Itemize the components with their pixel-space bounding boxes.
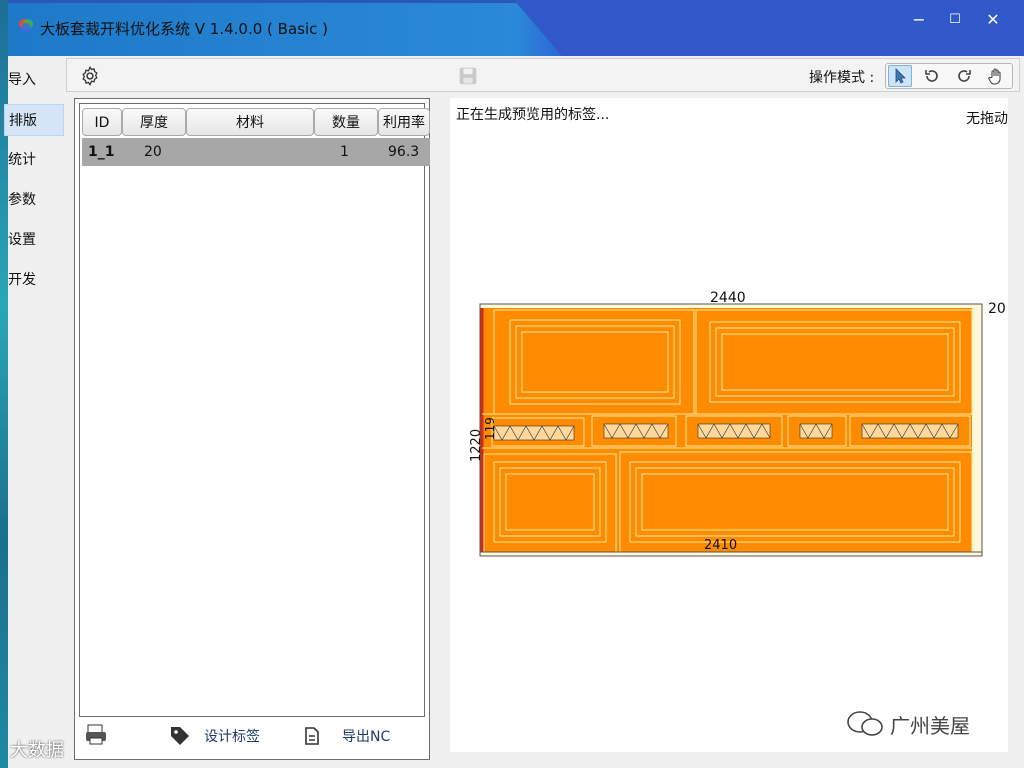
column-header-material[interactable]: 材料 bbox=[186, 108, 314, 136]
watermark-right: 广州美屋 bbox=[890, 714, 970, 738]
layout-preview[interactable]: 正在生成预览用的标签... 无拖动 2440 20 2410 1220 119 … bbox=[450, 98, 1008, 752]
gear-icon[interactable] bbox=[79, 65, 101, 87]
board-drawing[interactable]: 2440 20 2410 1220 119 bbox=[450, 98, 1008, 752]
board-thickness-label: 20 bbox=[988, 301, 1006, 317]
board-height-label: 1220 bbox=[469, 429, 484, 462]
board-width-label: 2440 bbox=[710, 290, 746, 306]
hand-icon[interactable] bbox=[984, 65, 1008, 87]
toolbar: 操作模式 : bbox=[66, 58, 1020, 92]
column-header-utilization[interactable]: 利用率 bbox=[378, 108, 430, 136]
cell-quantity: 1 bbox=[340, 144, 349, 160]
hatch-piece-2 bbox=[603, 423, 669, 439]
nav-item-statistics[interactable]: 统计 bbox=[8, 144, 64, 176]
table-row[interactable]: 1_1 20 1 96.3 bbox=[82, 138, 430, 166]
rotate-ccw-icon[interactable] bbox=[920, 65, 944, 87]
operation-mode-group bbox=[885, 63, 1013, 89]
cursor-icon[interactable] bbox=[888, 65, 912, 87]
nav-item-develop[interactable]: 开发 bbox=[8, 264, 64, 296]
app-window: 大板套裁开料优化系统 V 1.4.0.0 ( Basic ) − ☐ ✕ 导入 … bbox=[4, 0, 1024, 768]
maximize-button[interactable]: ☐ bbox=[940, 10, 970, 32]
app-logo-icon bbox=[19, 19, 33, 33]
tag-icon[interactable] bbox=[168, 724, 192, 748]
watermark-left: 大数据 bbox=[10, 740, 64, 761]
bottom-action-bar: 设计标签 导出NC bbox=[74, 716, 430, 760]
export-nc-button[interactable]: 导出NC bbox=[342, 726, 390, 746]
table-header: ID 厚度 材料 数量 利用率 bbox=[82, 108, 430, 136]
wechat-icon bbox=[847, 711, 883, 736]
nav-item-parameters[interactable]: 参数 bbox=[8, 184, 64, 216]
column-header-id[interactable]: ID bbox=[82, 108, 122, 136]
nav-item-layout[interactable]: 排版 bbox=[4, 104, 64, 136]
nav-item-settings[interactable]: 设置 bbox=[8, 224, 64, 256]
layout-list-panel: ID 厚度 材料 数量 利用率 1_1 20 1 96.3 bbox=[74, 98, 430, 760]
column-header-thickness[interactable]: 厚度 bbox=[122, 108, 186, 136]
print-icon[interactable] bbox=[84, 722, 108, 746]
close-button[interactable]: ✕ bbox=[978, 10, 1008, 32]
title-bar[interactable]: 大板套裁开料优化系统 V 1.4.0.0 ( Basic ) − ☐ ✕ bbox=[8, 0, 1024, 56]
cell-id: 1_1 bbox=[88, 144, 115, 160]
sidebar-nav: 导入 排版 统计 参数 设置 开发 bbox=[4, 56, 66, 768]
cell-utilization: 96.3 bbox=[388, 144, 420, 160]
design-label-button[interactable]: 设计标签 bbox=[204, 726, 260, 746]
hatch-piece-4 bbox=[799, 423, 833, 439]
window-title: 大板套裁开料优化系统 V 1.4.0.0 ( Basic ) bbox=[40, 20, 328, 38]
hatch-piece-5 bbox=[861, 423, 959, 439]
nav-item-import[interactable]: 导入 bbox=[8, 64, 64, 96]
operation-mode-label: 操作模式 : bbox=[809, 70, 875, 86]
rotate-cw-icon[interactable] bbox=[952, 65, 976, 87]
export-nc-icon[interactable] bbox=[300, 724, 324, 748]
strip-height-label: 119 bbox=[483, 417, 497, 440]
column-header-quantity[interactable]: 数量 bbox=[314, 108, 378, 136]
save-icon[interactable] bbox=[457, 65, 479, 87]
inner-width-label: 2410 bbox=[704, 538, 737, 553]
layout-table: ID 厚度 材料 数量 利用率 1_1 20 1 96.3 bbox=[79, 103, 430, 717]
cell-thickness: 20 bbox=[144, 144, 162, 160]
minimize-button[interactable]: − bbox=[904, 10, 934, 32]
